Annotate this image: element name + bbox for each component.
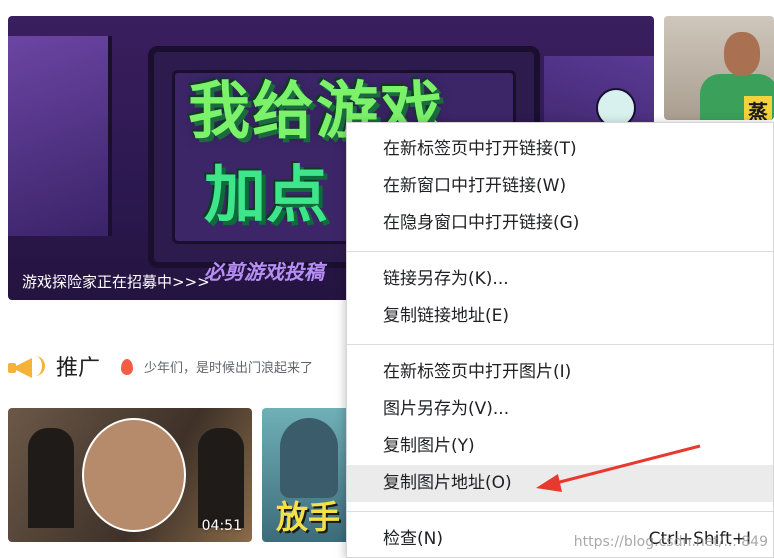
flame-icon <box>120 357 134 375</box>
menu-save-image-as[interactable]: 图片另存为(V)... <box>347 391 773 428</box>
video-overlay-text: 放手 <box>276 498 341 536</box>
menu-copy-link-address[interactable]: 复制链接地址(E) <box>347 298 773 335</box>
side-thumbnail-sign: 蒸 <box>744 96 772 120</box>
menu-save-link-as[interactable]: 链接另存为(K)... <box>347 261 773 298</box>
promo-label: 推广 <box>56 356 101 381</box>
banner-decoration-left <box>8 36 112 236</box>
promo-tip[interactable]: 少年们，是时候出门浪起来了 <box>144 357 313 376</box>
menu-open-link-new-window[interactable]: 在新窗口中打开链接(W) <box>347 168 773 205</box>
video-card-1[interactable]: 04:51 <box>8 408 252 542</box>
menu-inspect-label: 检查(N) <box>383 529 443 549</box>
menu-separator <box>347 511 773 512</box>
banner-caption[interactable]: 游戏探险家正在招募中>>> <box>22 271 210 292</box>
menu-open-image-new-tab[interactable]: 在新标签页中打开图片(I) <box>347 354 773 391</box>
megaphone-icon <box>8 352 48 380</box>
video-card-2[interactable]: 放手 <box>262 408 352 542</box>
person-figure <box>28 428 74 528</box>
context-menu[interactable]: 在新标签页中打开链接(T) 在新窗口中打开链接(W) 在隐身窗口中打开链接(G)… <box>346 122 774 558</box>
watermark: https://blog.csdn.net/... 849 <box>573 534 768 550</box>
video-duration: 04:51 <box>201 518 242 534</box>
person-face <box>724 32 760 76</box>
banner-subtitle: 必剪游戏投稿 <box>204 260 324 284</box>
menu-copy-image[interactable]: 复制图片(Y) <box>347 428 773 465</box>
zoom-circle <box>82 418 186 532</box>
menu-open-link-incognito[interactable]: 在隐身窗口中打开链接(G) <box>347 205 773 242</box>
person-figure <box>198 428 244 528</box>
menu-separator <box>347 344 773 345</box>
menu-open-link-new-tab[interactable]: 在新标签页中打开链接(T) <box>347 131 773 168</box>
side-thumbnail[interactable]: 蒸 <box>664 16 774 120</box>
character-figure <box>280 418 338 498</box>
menu-copy-image-address[interactable]: 复制图片地址(O) <box>347 465 773 502</box>
menu-separator <box>347 251 773 252</box>
banner-title-line2: 加点 <box>204 158 329 231</box>
